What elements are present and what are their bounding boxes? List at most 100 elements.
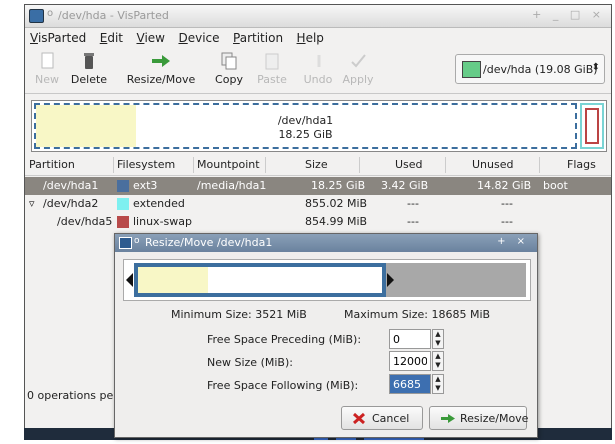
cell-filesystem: linux-swap [133, 215, 192, 228]
free-preceding-spinner[interactable]: ▲▼ [389, 329, 445, 349]
cell-size: 855.02 MiB [305, 197, 368, 210]
col-unused[interactable]: Unused [472, 158, 513, 171]
cell-partition: /dev/hda1 [43, 179, 99, 192]
title-bar: o /dev/hda - VisParted + _ □ × [25, 5, 611, 28]
col-size[interactable]: Size [305, 158, 328, 171]
disk-map-partition-size: 18.25 GiB [278, 128, 333, 141]
dialog-window-controls[interactable]: + × [497, 236, 529, 247]
menu-visparted[interactable]: VisParted [25, 28, 91, 45]
spinner-arrows-icon[interactable]: ▲ ▼ [432, 329, 444, 349]
dialog-resize-move-button[interactable]: Resize/Move [429, 406, 529, 430]
app-icon [29, 9, 44, 23]
table-row[interactable]: /dev/hda5 linux-swap 854.99 MiB --- --- [25, 213, 611, 231]
cell-partition: /dev/hda5 [57, 215, 113, 228]
new-size-spinner[interactable]: ▲▼ [389, 351, 445, 371]
cell-flags: boot [543, 179, 568, 192]
disk-map-partition-hda1[interactable]: /dev/hda1 18.25 GiB [34, 103, 577, 149]
cell-size: 854.99 MiB [305, 215, 368, 228]
free-following-input[interactable] [389, 374, 431, 394]
free-following-spinner[interactable]: ▲▼ [389, 374, 445, 394]
free-preceding-input[interactable] [389, 329, 431, 349]
checkmark-icon [347, 51, 369, 71]
new-size-label: New Size (MiB): [207, 356, 293, 369]
menu-partition[interactable]: Partition [228, 28, 288, 45]
cancel-button[interactable]: Cancel [341, 406, 423, 430]
paste-icon [261, 51, 283, 71]
spinner-arrows-icon[interactable]: ▲ ▼ [432, 374, 444, 394]
apply-button[interactable]: Apply [341, 51, 375, 91]
delete-label: Delete [70, 73, 108, 86]
resize-move-button[interactable]: Resize/Move [125, 51, 197, 91]
resize-free-space [386, 263, 526, 297]
copy-button[interactable]: Copy [211, 51, 247, 91]
resize-used-space [138, 267, 208, 293]
harddisk-icon [462, 61, 481, 78]
expander-down-icon[interactable]: ▿ [29, 197, 35, 210]
fs-color-swatch [117, 198, 129, 210]
disk-map-partition-swap[interactable] [585, 108, 599, 144]
fs-color-swatch [117, 216, 129, 228]
menu-device[interactable]: Device [173, 28, 224, 45]
copy-icon [218, 51, 240, 71]
menu-help[interactable]: Help [292, 28, 329, 45]
delete-button[interactable]: Delete [69, 51, 109, 91]
copy-label: Copy [215, 73, 243, 86]
dialog-title-bar: o Resize/Move /dev/hda1 + × [115, 234, 537, 252]
window-dot-icon: o [47, 8, 54, 19]
dialog-app-icon [119, 237, 132, 249]
fs-color-swatch [117, 180, 129, 192]
new-icon [36, 51, 58, 71]
resize-partition-block[interactable] [134, 263, 386, 297]
trash-icon [78, 51, 100, 71]
cell-unused: 14.82 GiB [477, 179, 532, 192]
menu-edit[interactable]: Edit [95, 28, 128, 45]
paste-button[interactable]: Paste [255, 51, 289, 91]
resize-visualizer[interactable] [123, 259, 531, 301]
updown-arrow-icon: ⬍ [591, 62, 600, 73]
undo-icon [307, 51, 329, 71]
undo-button[interactable]: Undo [301, 51, 335, 91]
col-mountpoint[interactable]: Mountpoint [197, 158, 260, 171]
apply-label: Apply [342, 73, 374, 86]
resize-arrow-icon [440, 412, 455, 425]
col-filesystem[interactable]: Filesystem [117, 158, 175, 171]
resize-arrow-icon [150, 51, 172, 71]
cell-size: 18.25 GiB [311, 179, 366, 192]
new-size-input[interactable] [389, 351, 431, 371]
resize-partition-inner [138, 267, 382, 293]
free-following-label: Free Space Following (MiB): [207, 379, 359, 392]
resize-move-label: Resize/Move [126, 73, 196, 86]
new-button[interactable]: New [31, 51, 63, 91]
col-partition[interactable]: Partition [29, 158, 75, 171]
cell-filesystem: ext3 [133, 179, 158, 192]
device-selector-label: /dev/hda (19.08 GiB) [483, 63, 598, 76]
maximum-size-label: Maximum Size: 18685 MiB [344, 308, 491, 321]
status-bar-text: 0 operations pe [27, 389, 114, 402]
device-selector[interactable]: /dev/hda (19.08 GiB) ⬍ [455, 54, 605, 84]
dialog-resize-move-label: Resize/Move [460, 412, 529, 425]
table-row[interactable]: /dev/hda1 ext3 /media/hda1 18.25 GiB 3.4… [25, 177, 611, 195]
table-row[interactable]: ▿ /dev/hda2 extended 855.02 MiB --- --- [25, 195, 611, 213]
window-title: /dev/hda - VisParted [58, 9, 169, 22]
dialog-title: Resize/Move /dev/hda1 [145, 236, 273, 249]
cancel-x-icon [352, 412, 366, 425]
left-resize-handle-icon[interactable] [126, 273, 133, 287]
new-label: New [35, 73, 59, 86]
spinner-arrows-icon[interactable]: ▲ ▼ [432, 351, 444, 371]
disk-map: /dev/hda1 18.25 GiB [31, 100, 607, 152]
col-flags[interactable]: Flags [567, 158, 596, 171]
cell-partition: /dev/hda2 [43, 197, 99, 210]
col-used[interactable]: Used [395, 158, 423, 171]
disk-map-partition-extended[interactable] [580, 103, 604, 149]
cell-used: --- [407, 197, 419, 210]
cell-used: --- [407, 215, 419, 228]
menu-view[interactable]: View [131, 28, 169, 45]
cell-filesystem: extended [133, 197, 185, 210]
menu-bar: VisParted Edit View Device Partition Hel… [25, 28, 611, 48]
partition-table-header: Partition Filesystem Mountpoint Size Use… [25, 155, 611, 176]
disk-map-partition-label: /dev/hda1 [277, 114, 334, 127]
cancel-label: Cancel [372, 412, 410, 425]
free-preceding-label: Free Space Preceding (MiB): [207, 333, 362, 346]
window-controls[interactable]: + _ □ × [532, 8, 605, 21]
right-resize-handle-icon[interactable] [387, 273, 394, 287]
